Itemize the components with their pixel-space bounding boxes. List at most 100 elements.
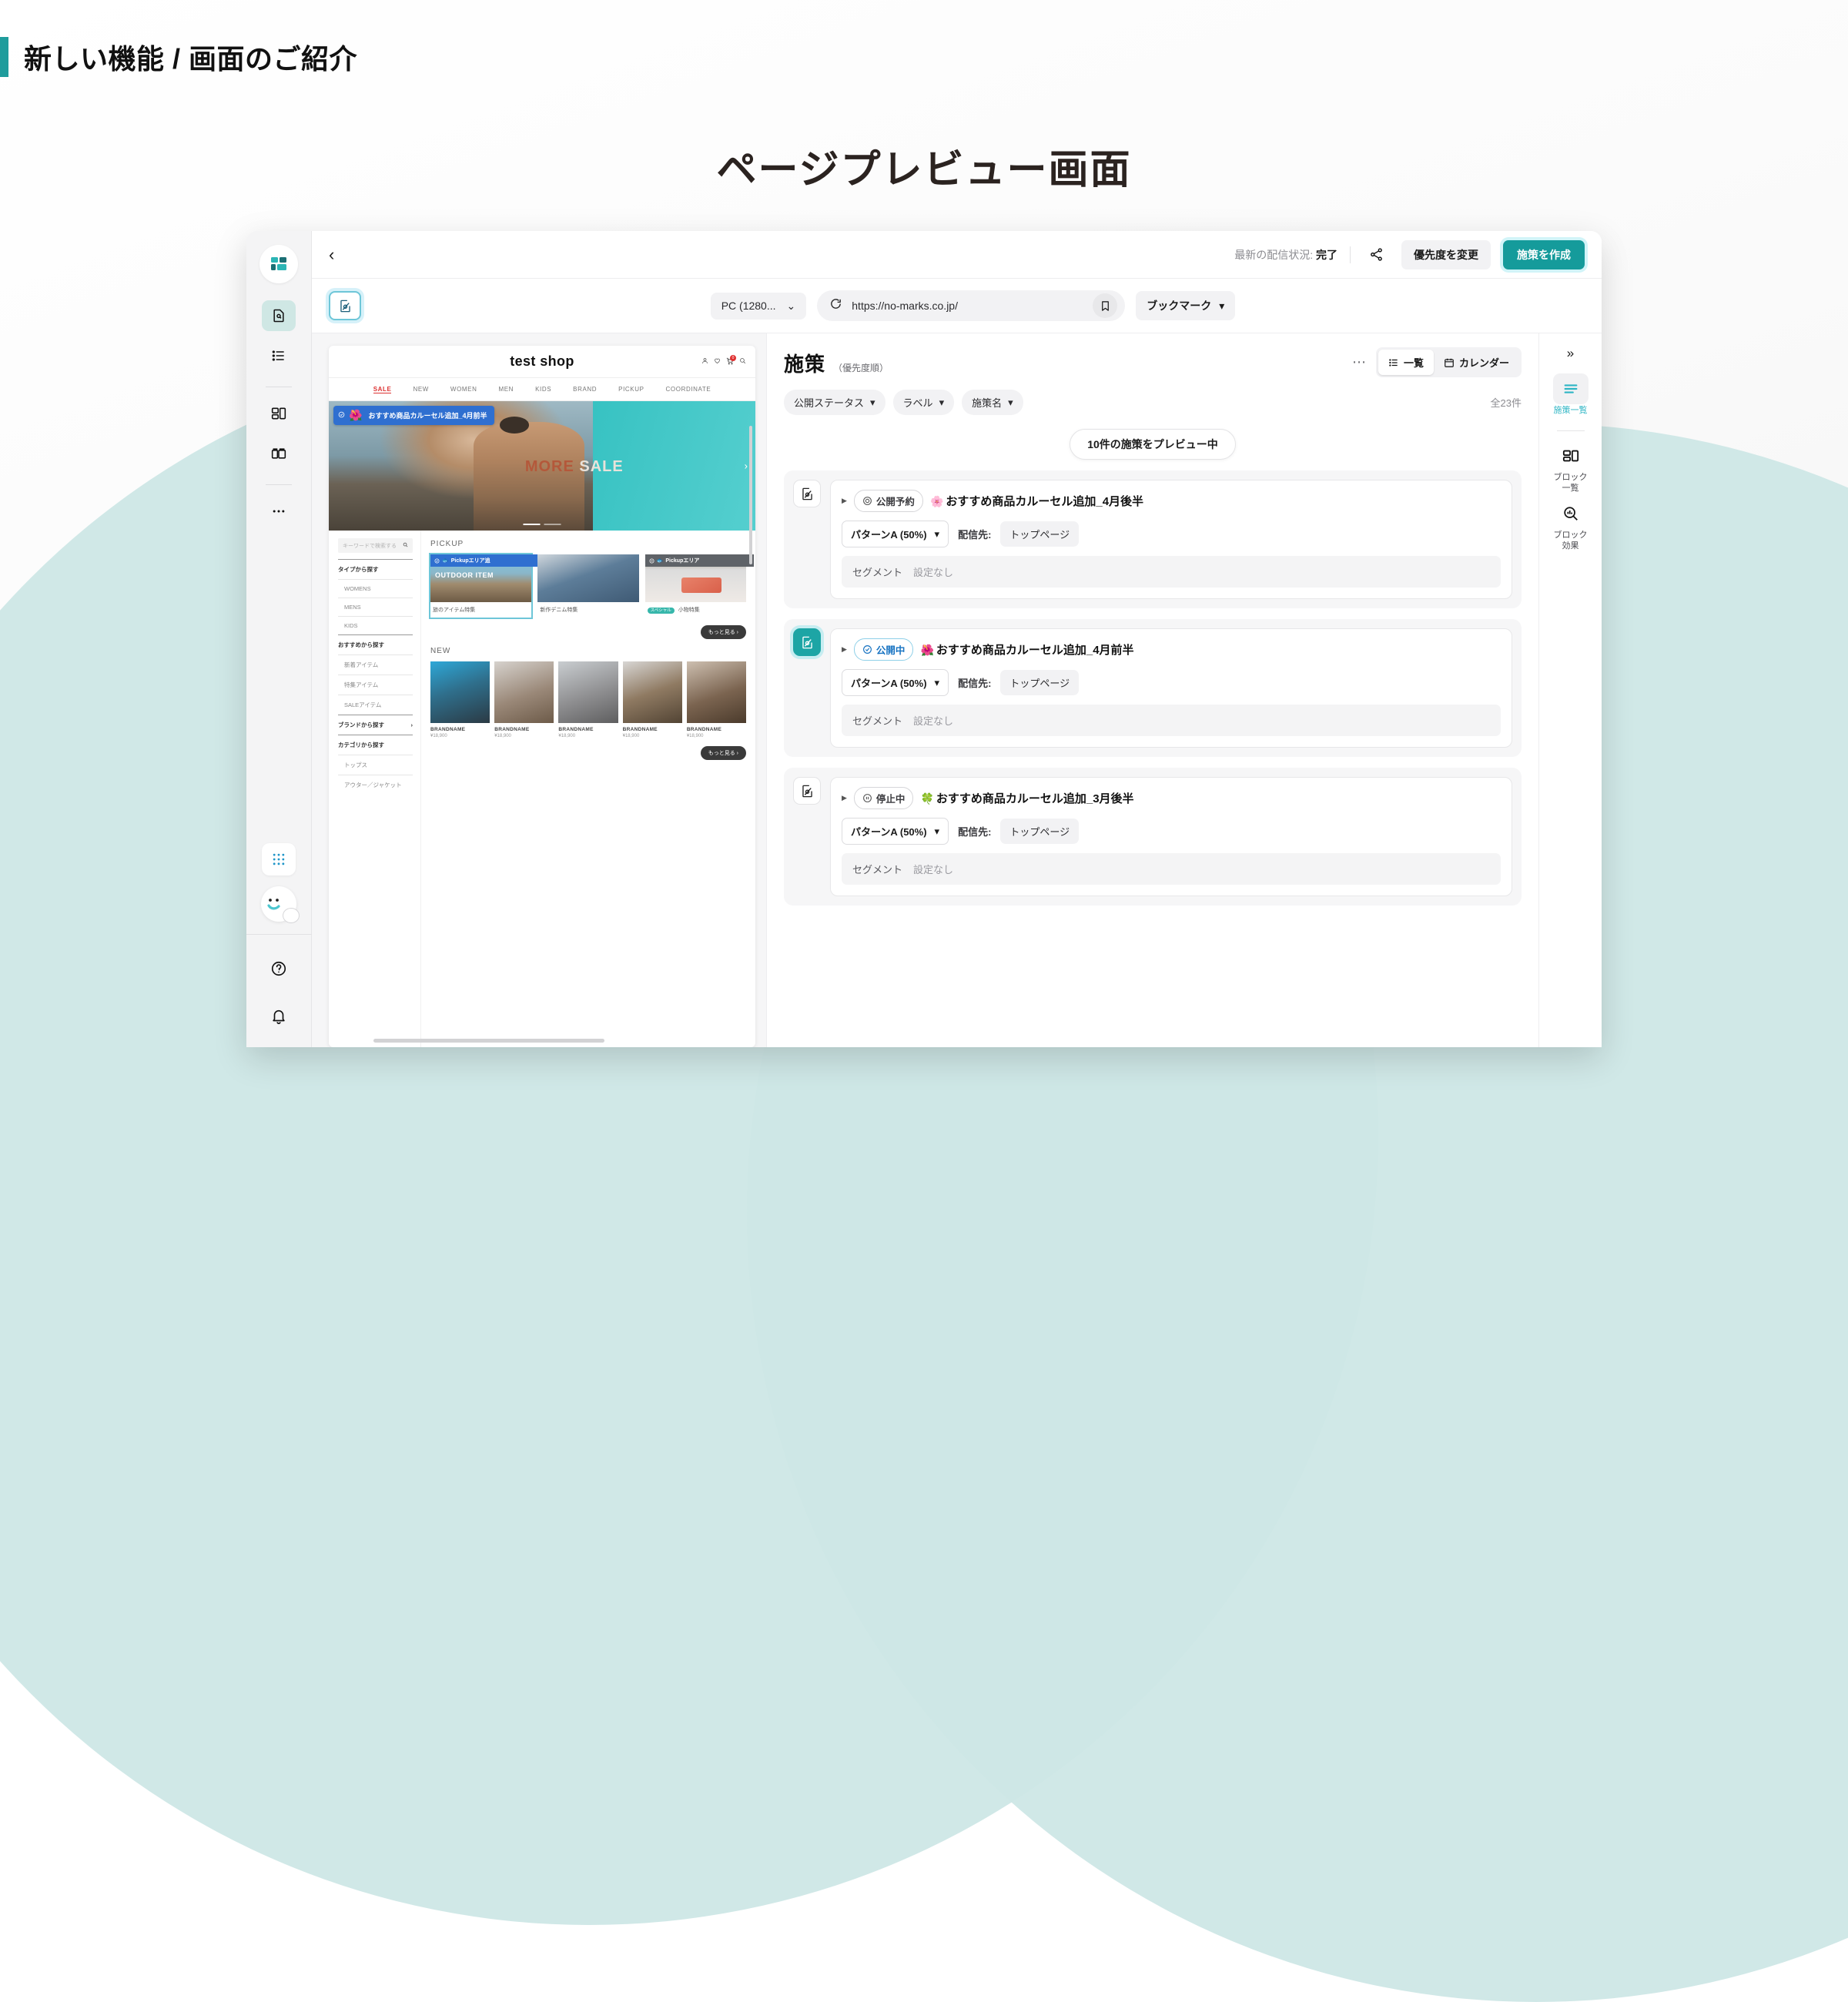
site-side-group-header[interactable]: おすすめから探す <box>338 634 413 654</box>
cart-icon[interactable]: 0 <box>726 354 736 367</box>
segment-box[interactable]: セグメント 設定なし <box>842 705 1501 736</box>
product-card[interactable]: BRANDNAME ¥18,900 <box>558 661 618 738</box>
person-icon[interactable] <box>701 357 708 366</box>
hero-text-right: SALE <box>579 457 624 475</box>
bell-icon[interactable] <box>262 999 296 1033</box>
preview-count-pill[interactable]: 10件の施策をプレビュー中 <box>1070 429 1236 460</box>
measures-subtitle: （優先度順） <box>833 363 889 373</box>
search-icon[interactable] <box>739 357 746 366</box>
pickup-measure-tag[interactable]: 🐟 Pickupエリア <box>644 554 754 567</box>
sidebar-item-list[interactable] <box>262 340 296 371</box>
sidebar-bottom-divider <box>246 934 312 935</box>
apps-grid-icon[interactable] <box>262 843 296 875</box>
site-nav-item[interactable]: COORDINATE <box>666 386 711 393</box>
pattern-select[interactable]: パターンA (50%) ▾ <box>842 521 949 547</box>
heart-icon[interactable] <box>714 357 721 366</box>
rail-item-block-effect[interactable]: ブロック 効果 <box>1553 498 1589 552</box>
change-priority-button[interactable]: 優先度を変更 <box>1401 239 1491 270</box>
preview-eye-icon[interactable] <box>793 777 821 805</box>
bookmark-icon[interactable] <box>1093 293 1118 318</box>
site-nav-item[interactable]: MEN <box>498 386 514 393</box>
site-nav-item[interactable]: KIDS <box>535 386 551 393</box>
site-side-group-header[interactable]: ブランドから探す › <box>338 715 413 735</box>
url-field[interactable]: https://no-marks.co.jp/ <box>817 290 1126 321</box>
new-more-button[interactable]: もっと見る › <box>700 746 746 760</box>
sidebar-item-page-search[interactable] <box>262 300 296 331</box>
pattern-select[interactable]: パターンA (50%) ▾ <box>842 818 949 845</box>
device-select[interactable]: PC (1280... ⌄ <box>710 292 807 320</box>
site-side-item[interactable]: 特集アイテム <box>338 675 413 695</box>
expand-triangle-icon[interactable]: ▶ <box>842 497 847 505</box>
chevron-left-icon[interactable]: ‹ <box>329 245 355 265</box>
pattern-select[interactable]: パターンA (50%) ▾ <box>842 669 949 696</box>
grid-logo-icon[interactable] <box>259 245 298 283</box>
check-circle-icon <box>338 411 345 420</box>
segment-key: セグメント <box>852 567 903 578</box>
vertical-scrollbar[interactable] <box>749 426 752 564</box>
preview-eye-icon[interactable] <box>793 628 821 656</box>
site-side-group-header[interactable]: タイプから探す <box>338 559 413 579</box>
segment-box[interactable]: セグメント 設定なし <box>842 556 1501 588</box>
new-more-label: もっと見る <box>708 751 735 756</box>
site-side-item[interactable]: SALEアイテム <box>338 695 413 715</box>
expand-triangle-icon[interactable]: ▶ <box>842 645 847 654</box>
create-measure-button[interactable]: 施策を作成 <box>1503 239 1585 270</box>
segment-value: 設定なし <box>913 567 954 578</box>
product-card[interactable]: BRANDNAME ¥18,900 <box>430 661 490 738</box>
site-side-item[interactable]: MENS <box>338 598 413 616</box>
site-side-item[interactable]: 新着アイテム <box>338 654 413 675</box>
hero-carousel[interactable]: MORE SALE 🌺 おすすめ商品カルーセル追加_4月前半 › <box>329 401 755 531</box>
chevrons-right-icon[interactable]: » <box>1567 346 1574 361</box>
preview-eye-icon[interactable] <box>793 480 821 507</box>
site-nav-item[interactable]: WOMEN <box>450 386 477 393</box>
site-search-input[interactable]: キーワードで検索する <box>338 538 413 553</box>
site-nav-item[interactable]: PICKUP <box>618 386 644 393</box>
site-side-item[interactable]: KIDS <box>338 616 413 634</box>
tab-list[interactable]: 一覧 <box>1378 350 1434 375</box>
preview-eye-icon[interactable] <box>329 291 361 320</box>
site-side-item[interactable]: WOMENS <box>338 579 413 598</box>
filter-chip[interactable]: ラベル ▾ <box>892 390 955 415</box>
expand-triangle-icon[interactable]: ▶ <box>842 794 847 802</box>
hero-measure-label[interactable]: 🌺 おすすめ商品カルーセル追加_4月前半 <box>333 406 495 425</box>
rail-item-block-list[interactable]: ブロック 一覧 <box>1553 440 1589 494</box>
pickup-image <box>537 554 639 602</box>
sidebar-item-package[interactable] <box>262 438 296 469</box>
product-card[interactable]: BRANDNAME ¥18,900 <box>686 661 747 738</box>
avatar[interactable] <box>261 886 300 923</box>
rail-item-measure-list[interactable]: 施策一覧 <box>1552 373 1589 417</box>
site-nav-item[interactable]: NEW <box>413 386 428 393</box>
pickup-measure-tag[interactable]: 🐟 Pickupエリア追 <box>430 554 540 567</box>
more-dots-icon[interactable]: ⋯ <box>1352 354 1367 370</box>
segment-box[interactable]: セグメント 設定なし <box>842 853 1501 885</box>
site-nav-item[interactable]: BRAND <box>573 386 597 393</box>
chevron-right-icon[interactable]: › <box>745 460 748 472</box>
help-circle-icon[interactable] <box>262 952 296 986</box>
pickup-card[interactable]: 🐟 Pickupエリア スペシャル 小物特集 <box>644 554 754 618</box>
pickup-more-button[interactable]: もっと見る › <box>700 625 746 639</box>
deliver-value[interactable]: トップページ <box>1000 521 1080 547</box>
site-side-item[interactable]: アウター／ジャケット <box>338 775 413 795</box>
filter-chip[interactable]: 公開ステータス ▾ <box>784 390 886 415</box>
filter-chip[interactable]: 施策名 ▾ <box>962 390 1023 415</box>
sidebar-item-block[interactable] <box>262 398 296 429</box>
pickup-caption: 旅のアイテム特集 <box>433 608 476 613</box>
slide-subtitle: ページプレビュー画面 <box>716 148 1132 192</box>
hero-dots[interactable] <box>523 524 561 525</box>
right-rail: » 施策一覧 ブロック 一覧 ブロック 効果 <box>1538 333 1602 1047</box>
deliver-value[interactable]: トップページ <box>1000 670 1080 695</box>
site-side-item[interactable]: トップス <box>338 755 413 775</box>
pattern-select-value: パターンA (50%) <box>851 678 927 689</box>
reload-icon[interactable] <box>829 297 842 314</box>
share-icon[interactable] <box>1363 242 1389 268</box>
bookmark-button[interactable]: ブックマーク ▾ <box>1136 291 1236 320</box>
tab-calendar[interactable]: カレンダー <box>1434 350 1519 375</box>
site-side-group-header[interactable]: カテゴリから探す <box>338 735 413 755</box>
product-card[interactable]: BRANDNAME ¥18,900 <box>622 661 682 738</box>
sidebar-item-more[interactable] <box>262 496 296 527</box>
deliver-value[interactable]: トップページ <box>1000 819 1080 844</box>
pickup-card[interactable]: 🐟 Pickupエリア追 OUTDOOR ITEM 旅のアイテム特集 <box>430 554 540 618</box>
product-card[interactable]: BRANDNAME ¥18,900 <box>494 661 554 738</box>
pickup-card[interactable]: 新作デニム特集 <box>537 554 639 618</box>
site-nav-item[interactable]: SALE <box>373 386 392 393</box>
